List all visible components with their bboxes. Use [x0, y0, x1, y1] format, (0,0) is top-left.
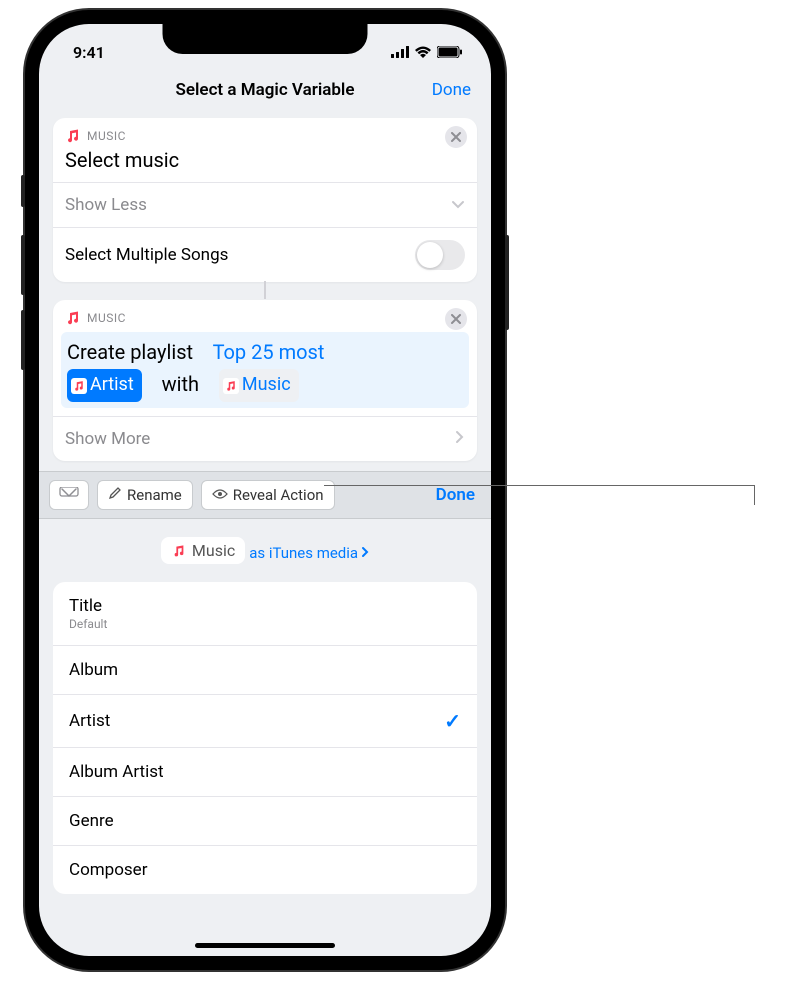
attr-label: Album — [69, 660, 118, 680]
select-multiple-label: Select Multiple Songs — [65, 245, 228, 265]
show-more-label: Show More — [65, 429, 150, 449]
nav-done-button[interactable]: Done — [432, 80, 471, 100]
close-icon[interactable] — [445, 126, 467, 148]
attr-label: Album Artist — [69, 762, 164, 782]
nav-title: Select a Magic Variable — [175, 80, 354, 100]
chevron-right-icon — [455, 429, 465, 449]
home-indicator[interactable] — [195, 943, 335, 948]
rename-button[interactable]: Rename — [97, 480, 193, 510]
chevron-down-icon — [451, 195, 465, 215]
close-icon[interactable] — [445, 308, 467, 330]
list-item[interactable]: Genre — [53, 797, 477, 846]
show-more-row[interactable]: Show More — [53, 416, 477, 461]
connector-line — [264, 281, 266, 299]
variable-token-music[interactable]: Music — [219, 369, 299, 402]
chevron-right-icon — [361, 544, 369, 562]
music-app-icon — [171, 543, 187, 559]
attribute-list: Title Default Album Artist ✓ Album Artis… — [53, 582, 477, 894]
music-app-icon — [71, 378, 87, 394]
eye-icon — [212, 486, 228, 504]
dismiss-keyboard-button[interactable] — [49, 480, 89, 510]
select-multiple-toggle[interactable] — [415, 240, 465, 270]
action-card-select-music: MUSIC Select music Show Less Select Mult… — [53, 118, 477, 282]
music-app-icon — [65, 310, 81, 326]
select-multiple-row: Select Multiple Songs — [53, 227, 477, 282]
action-title: Select music — [53, 148, 477, 182]
variable-badge: Music — [161, 537, 245, 564]
music-app-icon — [223, 378, 239, 394]
variable-toolbar: Rename Reveal Action Done — [39, 471, 491, 519]
screen: 9:41 Select a Magic Variable Done — [39, 24, 491, 956]
toolbar-done-button[interactable]: Done — [436, 485, 481, 505]
token-label: Music — [242, 371, 291, 400]
status-time: 9:41 — [73, 43, 105, 62]
show-less-label: Show Less — [65, 195, 147, 215]
variable-badge-label: Music — [192, 541, 235, 560]
attr-sublabel: Default — [69, 617, 107, 631]
list-item[interactable]: Composer — [53, 846, 477, 894]
variable-type-label: as iTunes media — [249, 544, 358, 562]
list-item[interactable]: Album — [53, 646, 477, 695]
battery-icon — [437, 43, 463, 62]
power-button — [505, 235, 509, 330]
cellular-icon — [391, 43, 409, 62]
music-app-icon — [65, 128, 81, 144]
mute-switch — [21, 175, 25, 207]
variable-info-panel: Music as iTunes media — [39, 519, 491, 564]
action-summary: Create playlist Top 25 most Artist with … — [61, 332, 469, 408]
list-item[interactable]: Album Artist — [53, 748, 477, 797]
list-item[interactable]: Artist ✓ — [53, 695, 477, 748]
notch — [163, 24, 368, 54]
reveal-action-button[interactable]: Reveal Action — [201, 480, 335, 510]
playlist-name-field[interactable]: Top 25 most — [213, 340, 325, 364]
variable-token-artist[interactable]: Artist — [67, 369, 142, 402]
wifi-icon — [414, 43, 432, 62]
list-item[interactable]: Title Default — [53, 582, 477, 646]
action-card-create-playlist: MUSIC Create playlist Top 25 most Artist — [53, 300, 477, 461]
variable-type-link[interactable]: as iTunes media — [249, 544, 369, 562]
volume-up-button — [21, 235, 25, 295]
nav-bar: Select a Magic Variable Done — [39, 68, 491, 112]
attr-label: Artist — [69, 711, 110, 731]
pencil-icon — [108, 486, 122, 504]
token-label: Artist — [90, 371, 134, 400]
app-label: MUSIC — [87, 129, 126, 143]
summary-mid: with — [162, 372, 199, 396]
summary-prefix: Create playlist — [67, 340, 193, 364]
annotation-leader-line — [324, 485, 754, 486]
phone-frame: 9:41 Select a Magic Variable Done — [25, 10, 505, 970]
attr-label: Composer — [69, 860, 147, 880]
volume-down-button — [21, 310, 25, 370]
reveal-label: Reveal Action — [233, 486, 324, 504]
show-less-row[interactable]: Show Less — [53, 182, 477, 227]
attr-label: Genre — [69, 811, 114, 831]
app-label: MUSIC — [87, 311, 126, 325]
attr-label: Title — [69, 596, 102, 616]
rename-label: Rename — [127, 486, 182, 504]
checkmark-icon: ✓ — [444, 709, 461, 733]
